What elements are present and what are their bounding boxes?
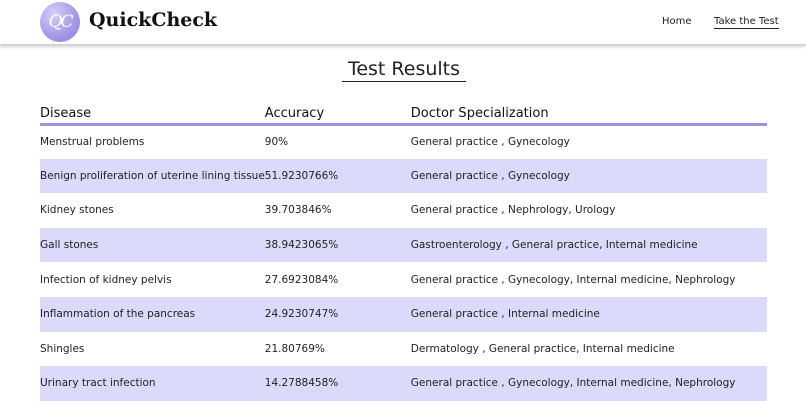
cell-disease: Gall stones	[40, 227, 265, 263]
cell-disease: Benign proliferation of uterine lining t…	[40, 158, 265, 194]
brand-name[interactable]: QuickCheck	[89, 9, 217, 31]
cell-disease: Kidney stones	[40, 204, 114, 217]
header-doctor-specialization: Doctor Specialization	[410, 104, 767, 126]
cell-disease: Menstrual problems	[40, 136, 145, 149]
cell-specialization: General practice , Internal medicine	[410, 296, 767, 332]
page-title: Test Results	[342, 58, 466, 82]
header-disease: Disease	[40, 104, 265, 126]
cell-specialization: General practice , Gynecology	[410, 158, 767, 194]
logo-icon[interactable]: QC	[40, 2, 80, 42]
table-row: Inflammation of the pancreas 24.9230747%…	[40, 296, 767, 332]
table-row: Urinary tract infection 14.2788458% Gene…	[40, 366, 767, 401]
navbar: QC QuickCheck Home Take the Test	[0, 0, 806, 45]
cell-disease: Urinary tract infection	[40, 366, 265, 401]
cell-specialization: General practice , Gynecology, Internal …	[410, 273, 736, 286]
cell-specialization: General practice , Nephrology, Urology	[410, 204, 616, 217]
logo-text: QC	[48, 12, 74, 32]
table-row: Gall stones 38.9423065% Gastroenterology…	[40, 227, 767, 263]
cell-accuracy: 24.9230747%	[264, 296, 411, 332]
table-row: Benign proliferation of uterine lining t…	[40, 158, 767, 194]
cell-specialization: Dermatology , General practice, Internal…	[410, 342, 675, 355]
cell-specialization: General practice , Gynecology	[410, 136, 570, 149]
nav-link-home[interactable]: Home	[662, 16, 692, 27]
results-table: Disease Accuracy Doctor Specialization M…	[40, 104, 767, 401]
nav-link-take-the-test[interactable]: Take the Test	[714, 16, 779, 29]
cell-accuracy: 90%	[264, 136, 289, 149]
cell-accuracy: 14.2788458%	[264, 366, 411, 401]
table-row: Infection of kidney pelvis 27.6923084% G…	[40, 262, 767, 297]
cell-disease: Infection of kidney pelvis	[40, 273, 172, 286]
header-accuracy: Accuracy	[264, 104, 411, 126]
cell-accuracy: 38.9423065%	[264, 227, 411, 263]
cell-disease: Shingles	[40, 342, 85, 355]
cell-specialization: General practice , Gynecology, Internal …	[410, 366, 767, 401]
cell-accuracy: 21.80769%	[264, 342, 325, 355]
cell-accuracy: 27.6923084%	[264, 273, 339, 286]
table-row: Shingles 21.80769% Dermatology , General…	[40, 332, 767, 367]
table-row: Kidney stones 39.703846% General practic…	[40, 193, 767, 228]
cell-disease: Inflammation of the pancreas	[40, 296, 265, 332]
table-header-row: Disease Accuracy Doctor Specialization	[40, 104, 767, 126]
table-row: Menstrual problems 90% General practice …	[40, 124, 767, 159]
cell-accuracy: 39.703846%	[264, 204, 332, 217]
cell-accuracy: 51.9230766%	[264, 158, 411, 194]
cell-specialization: Gastroenterology , General practice, Int…	[410, 227, 767, 263]
